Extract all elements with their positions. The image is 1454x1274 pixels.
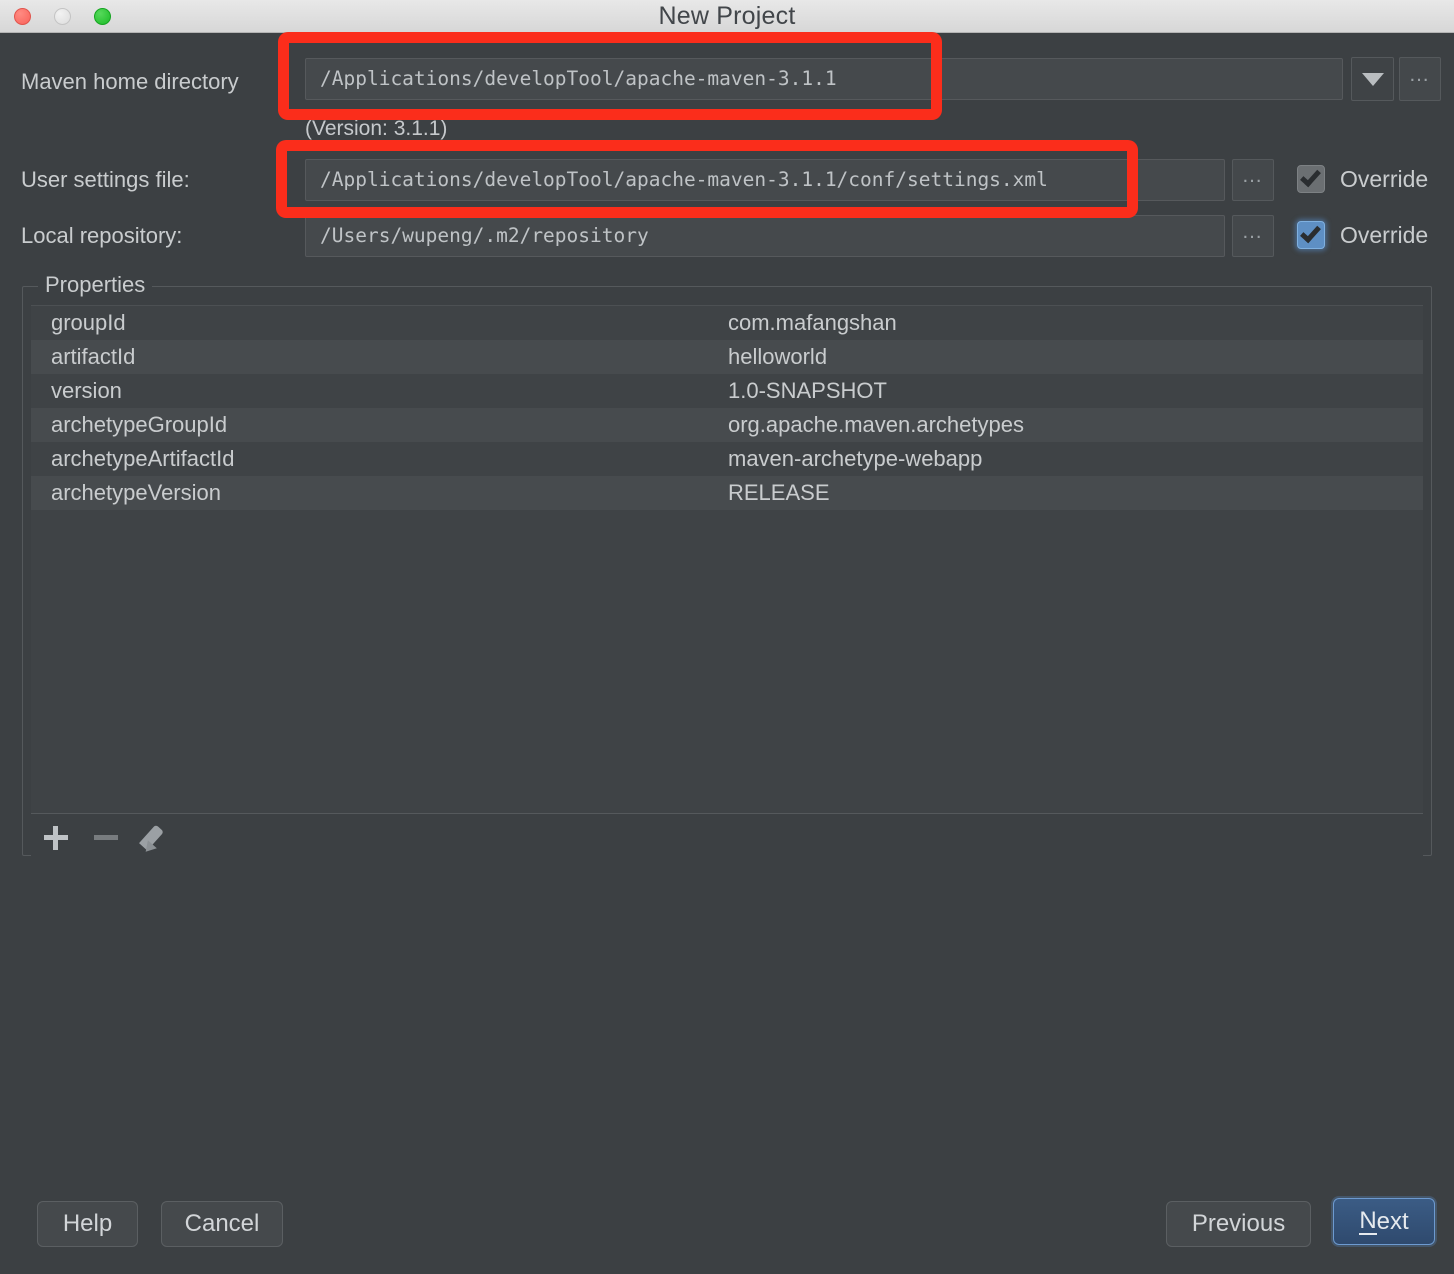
table-row[interactable]: archetypeGroupId org.apache.maven.archety… [31,408,1423,442]
maven-version-note: (Version: 3.1.1) [305,117,448,140]
cancel-button[interactable]: Cancel [161,1201,283,1247]
window-title: New Project [658,2,796,30]
properties-table[interactable]: groupId com.mafangshan artifactId helloworl… [31,305,1423,813]
remove-property-button[interactable] [81,814,131,862]
property-value: com.mafangshan [728,310,897,335]
table-row[interactable]: archetypeVersion RELEASE [31,476,1423,510]
table-row[interactable]: version 1.0-SNAPSHOT [31,374,1423,408]
user-settings-file-browse-button[interactable]: … [1232,159,1274,201]
previous-button[interactable]: Previous [1166,1201,1311,1247]
window-titlebar: New Project [0,0,1454,33]
checkbox-checked-icon [1297,221,1325,249]
table-row[interactable]: groupId com.mafangshan [31,306,1423,340]
property-value: 1.0-SNAPSHOT [728,378,887,403]
plus-icon [44,825,68,850]
local-repository-browse-button[interactable]: … [1232,215,1274,257]
pencil-icon [141,823,171,853]
maven-home-directory-label: Maven home directory [21,69,239,94]
next-button-mnemonic: N [1359,1206,1377,1236]
next-button[interactable]: Next [1333,1198,1435,1245]
user-settings-override-label: Override [1340,165,1429,192]
property-value: helloworld [728,344,828,369]
property-key: archetypeVersion [51,480,221,505]
local-repository-label: Local repository: [21,223,183,248]
dialog-body: Maven home directory /Applications/devel… [0,33,1454,1274]
property-key: artifactId [51,344,136,369]
new-project-dialog: New Project Maven home directory /Applic… [0,0,1454,1274]
property-key: archetypeArtifactId [51,446,235,471]
properties-toolbar [31,813,1423,861]
property-value: org.apache.maven.archetypes [728,412,1024,437]
minus-icon [94,835,118,840]
property-key: archetypeGroupId [51,412,228,437]
table-row[interactable]: artifactId helloworld [31,340,1423,374]
edit-property-button[interactable] [131,814,181,862]
user-settings-file-input[interactable]: /Applications/developTool/apache-maven-3… [305,159,1225,201]
local-repository-input[interactable]: /Users/wupeng/.m2/repository [305,215,1225,257]
checkbox-checked-icon [1297,165,1325,193]
property-value: maven-archetype-webapp [728,446,983,471]
property-key: version [51,378,122,403]
local-repository-override-label: Override [1340,221,1429,248]
chevron-down-icon [1361,72,1384,86]
local-repository-override-checkbox[interactable]: Override [1297,221,1428,249]
maven-home-directory-input[interactable]: /Applications/developTool/apache-maven-3… [305,58,1343,100]
user-settings-file-label: User settings file: [21,167,190,192]
property-key: groupId [51,310,126,335]
properties-group-title: Properties [38,272,153,298]
property-value: RELEASE [728,480,830,505]
maven-home-directory-dropdown-button[interactable] [1351,57,1394,101]
user-settings-override-checkbox[interactable]: Override [1297,165,1428,193]
help-button[interactable]: Help [37,1201,138,1247]
maven-home-directory-browse-button[interactable]: … [1399,57,1441,101]
next-button-label: ext [1376,1207,1409,1235]
add-property-button[interactable] [31,814,81,862]
table-row[interactable]: archetypeArtifactId maven-archetype-webap… [31,442,1423,476]
